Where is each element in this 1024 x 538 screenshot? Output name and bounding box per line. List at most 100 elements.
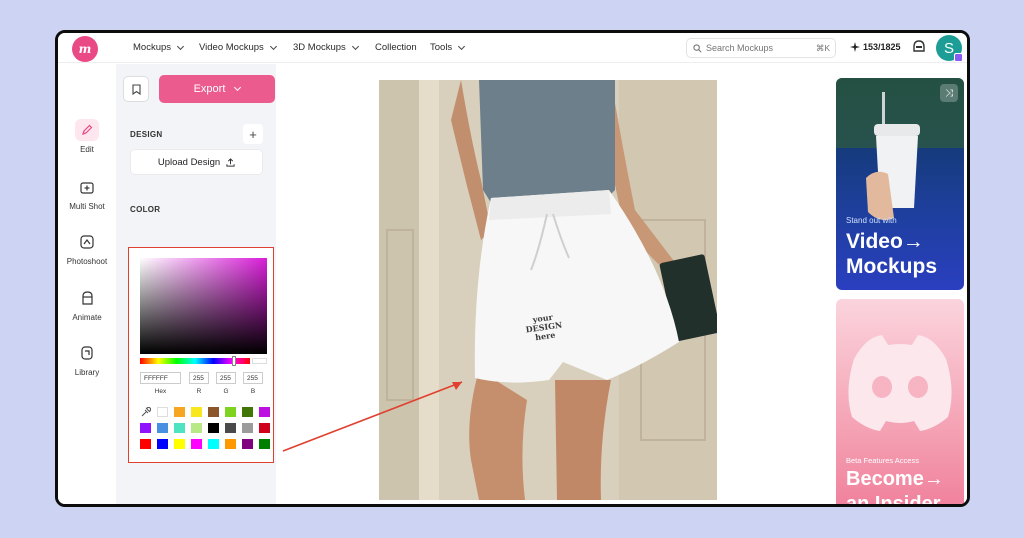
blue-input[interactable]	[243, 372, 263, 384]
promo-title-line1: Video→	[846, 230, 924, 253]
pencil-icon	[75, 119, 99, 141]
red-input[interactable]	[189, 372, 209, 384]
hex-label: Hex	[154, 388, 167, 395]
sidebar-item-animate[interactable]: Animate	[58, 287, 116, 322]
search-icon	[693, 43, 702, 52]
color-swatch[interactable]	[191, 423, 202, 433]
bookmark-button[interactable]	[123, 76, 149, 102]
color-swatch[interactable]	[242, 439, 253, 449]
search-input[interactable]	[706, 43, 806, 53]
credits-text: 153/1825	[863, 42, 901, 52]
color-swatch[interactable]	[208, 407, 219, 417]
sparkle-icon	[850, 42, 860, 52]
color-swatch[interactable]	[157, 423, 168, 433]
chevron-down-icon	[176, 42, 185, 50]
shuffle-icon[interactable]: ⤨	[940, 84, 958, 102]
color-swatch[interactable]	[174, 439, 185, 449]
sidebar-item-label: Multi Shot	[69, 202, 105, 211]
credits-counter[interactable]: 153/1825	[850, 42, 901, 52]
color-swatch[interactable]	[157, 407, 168, 417]
promo-card-insider[interactable]: Beta Features Access Become→ an Insider	[836, 299, 964, 507]
promo-title-line2: Mockups	[846, 255, 938, 278]
hue-slider-handle[interactable]	[231, 356, 236, 366]
nav-label: Video Mockups	[199, 42, 264, 53]
search-shortcut: ⌘K	[815, 43, 830, 53]
export-label: Export	[193, 83, 226, 95]
color-swatch[interactable]	[259, 439, 270, 449]
nav-mockups[interactable]: Mockups	[133, 42, 185, 53]
promo-subtitle: Beta Features Access	[846, 456, 919, 465]
multi-shot-icon	[75, 176, 99, 198]
color-swatch[interactable]	[242, 407, 253, 417]
top-navbar: m Mockups Video Mockups 3D Mockups Colle…	[58, 33, 967, 63]
red-label: R	[196, 388, 202, 395]
color-swatch[interactable]	[208, 439, 219, 449]
animate-icon	[75, 287, 99, 309]
color-swatch[interactable]	[140, 439, 151, 449]
add-design-button[interactable]: +	[243, 124, 263, 144]
nav-tools[interactable]: Tools	[430, 42, 466, 53]
nav-collection[interactable]: Collection	[375, 42, 417, 53]
hex-input[interactable]	[140, 372, 181, 384]
nav-label: Mockups	[133, 42, 172, 53]
nav-label: Collection	[375, 42, 417, 53]
chevron-down-icon	[351, 42, 359, 50]
sidebar-item-library[interactable]: Library	[58, 342, 116, 377]
tool-sidebar: Edit Multi Shot Photoshoot Animate Libra…	[58, 64, 116, 504]
sidebar-item-edit[interactable]: Edit	[58, 119, 116, 154]
color-section-title: COLOR	[130, 205, 161, 214]
sidebar-item-multi-shot[interactable]: Multi Shot	[58, 176, 116, 211]
color-swatch[interactable]	[191, 407, 202, 417]
search-box[interactable]: ⌘K	[686, 38, 836, 58]
color-swatch[interactable]	[259, 423, 270, 433]
design-section-title: DESIGN	[130, 130, 163, 139]
color-swatch[interactable]	[225, 407, 236, 417]
nav-label: Tools	[430, 42, 453, 53]
nav-label: 3D Mockups	[293, 42, 346, 53]
upload-design-button[interactable]: Upload Design	[130, 149, 263, 175]
helmet-icon[interactable]	[913, 40, 925, 53]
blue-label: B	[250, 388, 256, 395]
promo-card-video-mockups[interactable]: ⤨ Stand out with Video→ Mockups	[836, 78, 964, 290]
export-button[interactable]: Export	[159, 75, 275, 103]
color-swatch[interactable]	[174, 407, 185, 417]
color-swatch[interactable]	[208, 423, 219, 433]
app-window: m Mockups Video Mockups 3D Mockups Colle…	[55, 30, 970, 507]
sidebar-item-label: Photoshoot	[66, 257, 108, 266]
bookmark-icon	[131, 83, 141, 95]
chevron-down-icon	[234, 83, 242, 92]
mockup-canvas: your DESIGN here	[276, 64, 836, 504]
sidebar-item-label: Animate	[72, 313, 102, 322]
discord-logo-image	[848, 335, 952, 431]
avatar-badge	[954, 53, 963, 62]
nav-3d-mockups[interactable]: 3D Mockups	[293, 42, 359, 53]
color-picker-popup: Hex R G B	[128, 247, 274, 463]
chevron-down-icon	[269, 42, 277, 50]
photoshoot-icon	[75, 231, 99, 253]
mockup-photo[interactable]	[379, 80, 717, 500]
sidebar-item-photoshoot[interactable]: Photoshoot	[58, 231, 116, 266]
sidebar-item-label: Library	[74, 368, 100, 377]
avatar-initial: S	[943, 39, 954, 57]
nav-video-mockups[interactable]: Video Mockups	[199, 42, 277, 53]
alpha-slider[interactable]	[252, 358, 267, 364]
promo-column: ⤨ Stand out with Video→ Mockups Beta Fea…	[836, 64, 967, 507]
saturation-area[interactable]	[140, 258, 267, 354]
promo-title-line2: an Insider	[846, 493, 941, 507]
color-swatch[interactable]	[225, 423, 236, 433]
green-input[interactable]	[216, 372, 236, 384]
chevron-down-icon	[458, 42, 466, 50]
promo-title-line1: Become→	[846, 468, 944, 490]
eyedropper-icon[interactable]	[140, 407, 151, 417]
color-swatch[interactable]	[157, 439, 168, 449]
color-swatch[interactable]	[191, 439, 202, 449]
color-swatch[interactable]	[140, 423, 151, 433]
color-swatch[interactable]	[174, 423, 185, 433]
brand-logo[interactable]: m	[72, 36, 98, 62]
color-swatch[interactable]	[225, 439, 236, 449]
library-icon	[75, 342, 99, 364]
color-swatch[interactable]	[242, 423, 253, 433]
color-swatch[interactable]	[259, 407, 270, 417]
upload-icon	[226, 157, 235, 167]
sidebar-item-label: Edit	[80, 145, 94, 154]
